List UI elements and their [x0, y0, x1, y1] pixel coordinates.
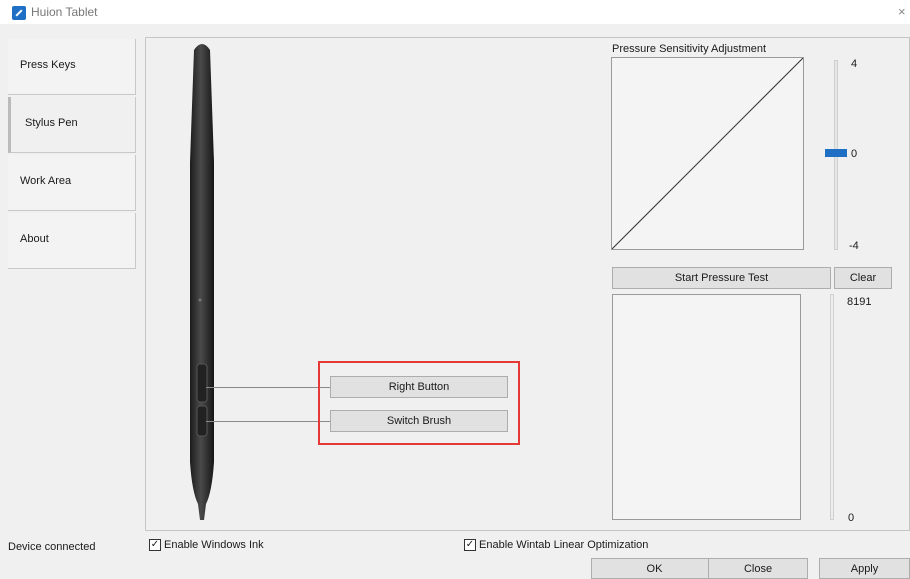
ok-button[interactable]: OK: [591, 558, 718, 579]
pen-buttons-highlight: [318, 361, 520, 445]
huion-app-icon: [12, 6, 26, 20]
tab-stylus-pen[interactable]: Stylus Pen: [8, 97, 136, 153]
checkmark-icon[interactable]: ✓: [464, 539, 476, 551]
right-button-assign[interactable]: Right Button: [330, 376, 508, 398]
start-pressure-test-button[interactable]: Start Pressure Test: [612, 267, 831, 289]
slider-min-label: -4: [849, 240, 859, 252]
tab-label: Work Area: [20, 175, 72, 187]
switch-brush-assign[interactable]: Switch Brush: [330, 410, 508, 432]
slider-max-label: 4: [851, 58, 858, 70]
tab-label: Stylus Pen: [25, 117, 78, 129]
stylus-pen-image: [190, 44, 214, 520]
slider-current-label: 0: [851, 148, 858, 160]
device-status: Device connected: [8, 541, 96, 553]
tab-label: Press Keys: [20, 59, 76, 71]
pressure-test-area[interactable]: [612, 294, 801, 520]
close-button[interactable]: Close: [708, 558, 808, 579]
title-bar: Huion Tablet ×: [0, 0, 910, 24]
windows-ink-label: Enable Windows Ink: [164, 539, 264, 551]
tab-press-keys[interactable]: Press Keys: [8, 39, 136, 95]
close-icon[interactable]: ×: [898, 4, 906, 19]
apply-button[interactable]: Apply: [819, 558, 910, 579]
pressure-test-meter: [830, 294, 834, 520]
wintab-linear-option[interactable]: ✓ Enable Wintab Linear Optimization: [464, 539, 648, 551]
tab-work-area[interactable]: Work Area: [8, 155, 136, 211]
tab-label: About: [20, 233, 49, 245]
tab-about[interactable]: About: [8, 213, 136, 269]
windows-ink-option[interactable]: ✓ Enable Windows Ink: [149, 539, 264, 551]
lower-button-leader: [206, 421, 330, 422]
checkmark-icon[interactable]: ✓: [149, 539, 161, 551]
window-title: Huion Tablet: [31, 5, 98, 19]
upper-button-leader: [206, 387, 330, 388]
pressure-curve: [612, 58, 803, 249]
wintab-linear-label: Enable Wintab Linear Optimization: [479, 539, 649, 551]
pressure-curve-box: [611, 57, 804, 250]
pressure-test-min-label: 0: [848, 512, 855, 524]
pressure-slider-thumb[interactable]: [825, 149, 847, 157]
pressure-test-max-label: 8191: [847, 296, 872, 308]
clear-button[interactable]: Clear: [834, 267, 892, 289]
pressure-title: Pressure Sensitivity Adjustment: [612, 43, 767, 55]
